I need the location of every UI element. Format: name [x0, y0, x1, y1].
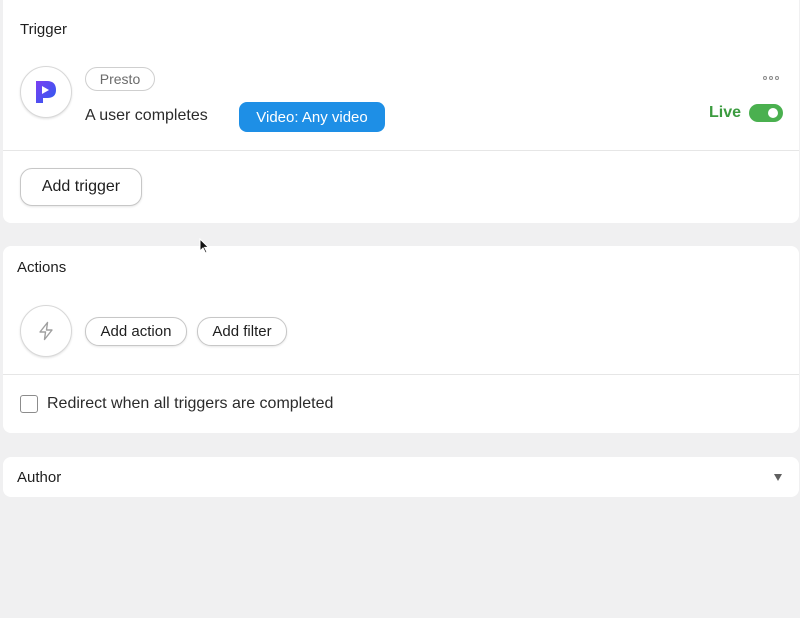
live-toggle[interactable]: [749, 104, 783, 122]
more-options-icon[interactable]: [763, 76, 779, 80]
redirect-checkbox[interactable]: [20, 395, 38, 413]
divider: [3, 374, 799, 375]
add-trigger-button[interactable]: Add trigger: [20, 168, 142, 206]
author-panel[interactable]: Author: [3, 457, 799, 497]
redirect-label: Redirect when all triggers are completed: [47, 395, 334, 412]
toggle-knob: [768, 108, 778, 118]
chevron-down-icon[interactable]: [774, 474, 782, 481]
trigger-description: A user completes: [85, 107, 208, 124]
add-filter-button[interactable]: Add filter: [197, 317, 287, 346]
presto-logo-icon: [20, 66, 72, 118]
actions-title: Actions: [17, 259, 67, 276]
divider: [3, 150, 799, 151]
bolt-icon: [20, 305, 72, 357]
add-action-button[interactable]: Add action: [85, 317, 187, 346]
mouse-cursor-icon: [199, 237, 210, 259]
author-title: Author: [17, 469, 62, 486]
integration-tag: Presto: [85, 67, 155, 91]
actions-panel: Actions Add action Add filter Redirect w…: [3, 246, 799, 433]
condition-badge[interactable]: Video: Any video: [239, 102, 385, 132]
trigger-panel: Trigger Presto A user completes Video: A…: [3, 0, 799, 223]
status-label: Live: [709, 104, 742, 121]
trigger-title: Trigger: [20, 21, 67, 38]
